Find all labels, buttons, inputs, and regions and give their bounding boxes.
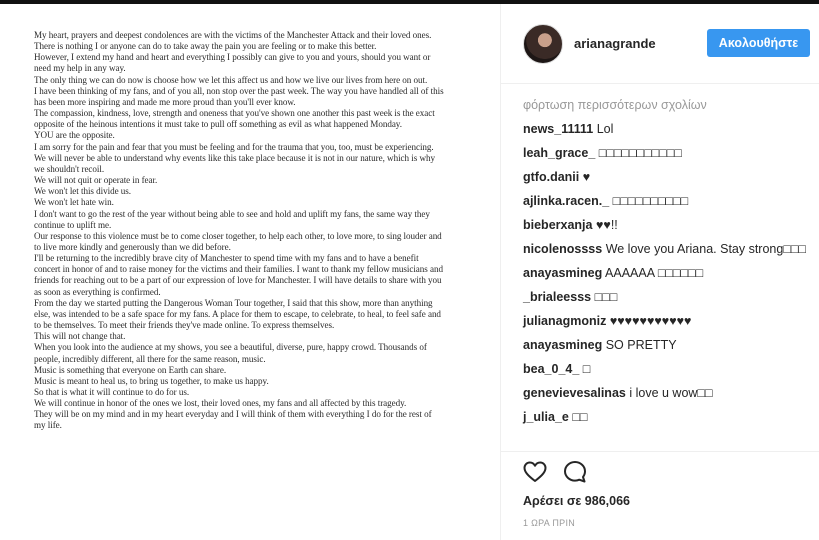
letter-paragraph: I am sorry for the pain and fear that yo… bbox=[34, 141, 434, 152]
post-side-panel: arianagrande Ακολουθήστε φόρτωση περισσό… bbox=[500, 4, 819, 540]
follow-button[interactable]: Ακολουθήστε bbox=[707, 29, 810, 57]
heart-icon[interactable] bbox=[522, 459, 548, 485]
comment-username[interactable]: bea_0_4_ bbox=[523, 362, 579, 376]
likes-count[interactable]: Αρέσει σε 986,066 bbox=[523, 494, 630, 508]
comment: _brialeesss □□□ bbox=[523, 289, 813, 305]
post-timestamp[interactable]: 1 ΩΡΑ ΠΡΙΝ bbox=[523, 518, 575, 528]
comment-text: ♥ bbox=[582, 170, 591, 184]
comment-text: We love you Ariana. Stay strong□□□ bbox=[605, 242, 806, 256]
load-more-comments-link[interactable]: φόρτωση περισσότερων σχολίων bbox=[523, 98, 707, 112]
comment-username[interactable]: ajlinka.racen._ bbox=[523, 194, 609, 208]
actions-divider bbox=[501, 451, 819, 452]
comment-text: □□□□□□□□□□□ bbox=[598, 146, 682, 160]
comment: leah_grace_ □□□□□□□□□□□ bbox=[523, 145, 813, 161]
letter-paragraph: We won't let this divide us. bbox=[34, 186, 132, 197]
letter-paragraph: From the day we started putting the Dang… bbox=[34, 297, 441, 331]
comment-username[interactable]: anayasmineg bbox=[523, 338, 602, 352]
comment-username[interactable]: nicolenossss bbox=[523, 242, 602, 256]
comment-text: SO PRETTY bbox=[605, 338, 677, 352]
comment: bieberxanja ♥♥!! bbox=[523, 217, 813, 233]
letter-text: My heart, prayers and deepest condolence… bbox=[34, 30, 444, 432]
comment-username[interactable]: anayasmineg bbox=[523, 266, 602, 280]
letter-paragraph: Music is meant to heal us, to bring us t… bbox=[34, 375, 269, 386]
speech-bubble-icon[interactable] bbox=[562, 459, 588, 485]
letter-paragraph: We will continue in honor of the ones we… bbox=[34, 398, 407, 409]
comment-text: ♥♥♥♥♥♥♥♥♥♥♥ bbox=[609, 314, 692, 328]
comment-text: AAAAAA □□□□□□ bbox=[605, 266, 704, 280]
letter-paragraph: They will be on my mind and in my heart … bbox=[34, 409, 432, 431]
comment-username[interactable]: _brialeesss bbox=[523, 290, 591, 304]
comment-text: □□ bbox=[572, 410, 588, 424]
letter-paragraph: So that is what it will continue to do f… bbox=[34, 387, 190, 397]
letter-paragraph: There is nothing I or anyone can do to t… bbox=[34, 41, 377, 52]
comment: anayasmineg AAAAAA □□□□□□ bbox=[523, 265, 813, 281]
post-author-username[interactable]: arianagrande bbox=[574, 36, 656, 51]
letter-paragraph: We will not quit or operate in fear. bbox=[34, 175, 158, 186]
letter-paragraph: The compassion, kindness, love, strength… bbox=[34, 108, 435, 130]
letter-paragraph: Music is something that everyone on Eart… bbox=[34, 364, 227, 375]
avatar[interactable] bbox=[523, 24, 563, 64]
letter-paragraph: My heart, prayers and deepest condolence… bbox=[34, 30, 432, 40]
letter-paragraph: The only thing we can do now is choose h… bbox=[34, 74, 428, 85]
comment: genevievesalinas i love u wow□□ bbox=[523, 385, 813, 401]
comment-username[interactable]: genevievesalinas bbox=[523, 386, 626, 400]
letter-paragraph: When you look into the audience at my sh… bbox=[34, 342, 427, 364]
letter-paragraph: I'll be returning to the incredibly brav… bbox=[34, 253, 443, 297]
letter-paragraph: YOU are the opposite. bbox=[34, 130, 115, 141]
post-header: arianagrande Ακολουθήστε bbox=[501, 4, 819, 84]
comment: anayasmineg SO PRETTY bbox=[523, 337, 813, 353]
heart-icon-graphic bbox=[523, 461, 547, 482]
comment-text: □□□□□□□□□□ bbox=[612, 194, 689, 208]
comment-username[interactable]: j_ulia_e bbox=[523, 410, 569, 424]
comment: gtfo.danii ♥ bbox=[523, 169, 813, 185]
comment-username[interactable]: bieberxanja bbox=[523, 218, 592, 232]
comment-text: Lol bbox=[596, 122, 614, 136]
letter-paragraph: However, I extend my hand and heart and … bbox=[34, 52, 431, 74]
comment: news_11111 Lol bbox=[523, 121, 813, 137]
post-image: My heart, prayers and deepest condolence… bbox=[0, 4, 500, 540]
comment-username[interactable]: gtfo.danii bbox=[523, 170, 579, 184]
comment-list: news_11111 Lol leah_grace_ □□□□□□□□□□□ g… bbox=[523, 121, 813, 433]
comment-username[interactable]: news_11111 bbox=[523, 122, 593, 136]
comment: nicolenossss We love you Ariana. Stay st… bbox=[523, 241, 813, 257]
comment: ajlinka.racen._ □□□□□□□□□□ bbox=[523, 193, 813, 209]
comment-text: ♥♥!! bbox=[595, 218, 618, 232]
comment-username[interactable]: leah_grace_ bbox=[523, 146, 595, 160]
comment: julianagmoniz ♥♥♥♥♥♥♥♥♥♥♥ bbox=[523, 313, 813, 329]
letter-paragraph: We won't let hate win. bbox=[34, 197, 114, 208]
comment-text: □ bbox=[582, 362, 591, 376]
letter-paragraph: I don't want to go the rest of the year … bbox=[34, 208, 430, 230]
comment-text: i love u wow□□ bbox=[629, 386, 713, 400]
comment-text: □□□ bbox=[594, 290, 618, 304]
comment-username[interactable]: julianagmoniz bbox=[523, 314, 606, 328]
comment: j_ulia_e □□ bbox=[523, 409, 813, 425]
letter-paragraph: We will never be able to understand why … bbox=[34, 152, 435, 174]
letter-paragraph: Our response to this violence must be to… bbox=[34, 230, 442, 252]
speech-bubble-icon-graphic bbox=[564, 461, 586, 483]
letter-paragraph: I have been thinking of my fans, and of … bbox=[34, 85, 444, 107]
letter-paragraph: This will not change that. bbox=[34, 331, 126, 342]
comment: bea_0_4_ □ bbox=[523, 361, 813, 377]
